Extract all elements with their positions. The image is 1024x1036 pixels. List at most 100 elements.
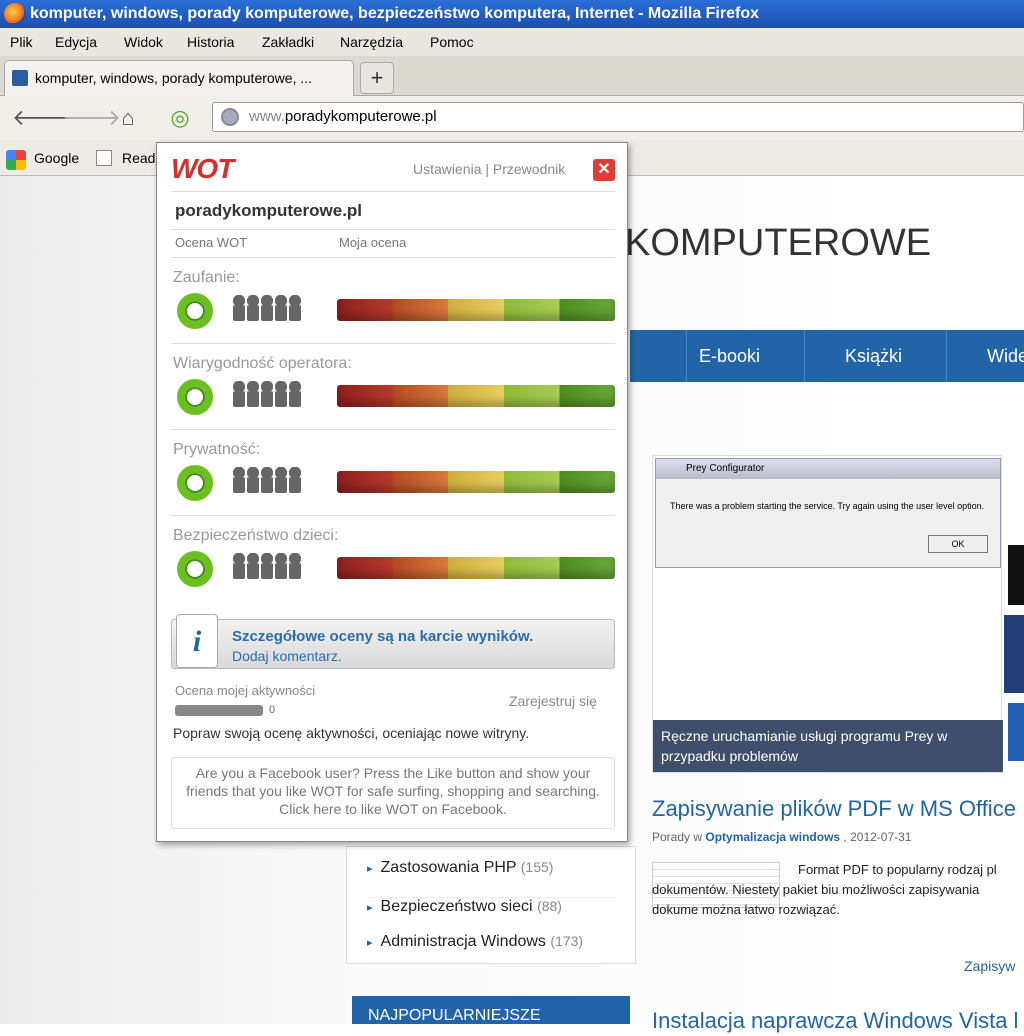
screenshot-dialog: Prey Configurator There was a problem st… xyxy=(655,458,1001,568)
new-tab-button[interactable]: + xyxy=(360,62,394,94)
category-label: Bezpieczeństwo sieci xyxy=(380,898,533,915)
scorecard-info-box[interactable]: i Szczegółowe oceny są na karcie wyników… xyxy=(171,614,615,669)
site-favicon-icon xyxy=(12,70,28,86)
thumbnail-blue-2[interactable] xyxy=(1008,703,1024,761)
activity-value: 0 xyxy=(269,704,276,716)
rating-bar-child-safety[interactable] xyxy=(337,557,615,579)
category-list: Zastosowania PHP (155) Bezpieczeństwo si… xyxy=(346,846,636,964)
dialog-ok-button: OK xyxy=(928,535,988,553)
info-icon: i xyxy=(176,614,218,668)
category-vendor: Wiarygodność operatora: xyxy=(173,355,352,372)
menu-bookmarks[interactable]: Zakładki xyxy=(262,28,314,56)
confidence-people-icon xyxy=(233,467,303,493)
col-wot-rating: Ocena WOT xyxy=(175,235,248,250)
category-child-safety: Bezpieczeństwo dzieci: xyxy=(173,527,339,544)
scorecard-link[interactable]: Szczegółowe oceny są na karcie wyników. xyxy=(232,628,533,645)
menu-edit[interactable]: Edycja xyxy=(55,28,97,56)
window-titlebar: komputer, windows, porady komputerowe, b… xyxy=(0,0,1024,28)
confidence-people-icon xyxy=(233,553,303,579)
thumbnail-dark[interactable] xyxy=(1008,545,1024,605)
add-comment-link[interactable]: Dodaj komentarz. xyxy=(232,648,342,664)
rating-bar-trust[interactable] xyxy=(337,299,615,321)
rating-bar-vendor[interactable] xyxy=(337,385,615,407)
forward-icon[interactable]: 🡒 xyxy=(62,104,121,132)
article-meta-prefix: Porady w xyxy=(652,830,703,844)
menu-tools[interactable]: Narzędzia xyxy=(340,28,403,56)
rating-ring-icon xyxy=(177,465,213,501)
url-bar[interactable]: www.poradykomputerowe.pl xyxy=(212,102,1024,132)
article-meta: Porady w Optymalizacja windows , 2012-07… xyxy=(652,830,911,844)
activity-label: Ocena mojej aktywności xyxy=(175,683,316,698)
read-more-link[interactable]: Zapisyw xyxy=(964,958,1015,974)
activity-tip: Popraw swoją ocenę aktywności, oceniając… xyxy=(173,725,530,741)
divider xyxy=(171,429,615,430)
confidence-people-icon xyxy=(233,381,303,407)
wot-logo: WOT xyxy=(171,153,234,184)
dialog-title: Prey Configurator xyxy=(656,459,1000,479)
url-prefix: www. xyxy=(249,108,285,125)
rating-bar-privacy[interactable] xyxy=(337,471,615,493)
wot-toolbar-icon[interactable]: ◎ xyxy=(166,104,194,132)
confidence-people-icon xyxy=(233,295,303,321)
site-header-title: KOMPUTEROWE xyxy=(625,222,932,264)
navigation-bar: 🡐 🡒 ⌂ ◎ www.poradykomputerowe.pl xyxy=(0,96,1024,140)
side-thumbnails xyxy=(1004,455,1024,773)
wot-domain: poradykomputerowe.pl xyxy=(175,201,363,220)
close-icon[interactable]: ✕ xyxy=(593,159,615,181)
divider xyxy=(171,515,615,516)
wot-popup: WOT Ustawienia | Przewodnik ✕ poradykomp… xyxy=(156,142,628,842)
url-domain: poradykomputerowe.pl xyxy=(284,108,437,125)
category-item[interactable]: Administracja Windows (173) xyxy=(367,933,584,951)
category-count: (88) xyxy=(537,898,562,914)
divider xyxy=(171,257,615,258)
dialog-message: There was a problem starting the service… xyxy=(670,501,985,511)
article-title[interactable]: Zapisywanie plików PDF w MS Office xyxy=(652,796,1016,822)
category-item[interactable]: Zastosowania PHP (155) xyxy=(367,859,554,877)
firefox-logo-icon xyxy=(4,3,26,25)
menu-view[interactable]: Widok xyxy=(124,28,163,56)
page-icon xyxy=(96,150,112,166)
home-icon[interactable]: ⌂ xyxy=(114,104,142,132)
activity-bar xyxy=(175,705,263,716)
category-label: Administracja Windows xyxy=(380,933,546,950)
tab-label: komputer, windows, porady komputerowe, .… xyxy=(35,70,313,86)
divider xyxy=(171,191,615,192)
article-featured-image[interactable]: Prey Configurator There was a problem st… xyxy=(652,455,1003,773)
article-category-link[interactable]: Optymalizacja windows xyxy=(705,830,840,844)
rating-ring-icon xyxy=(177,293,213,329)
nav-ebooks[interactable]: E-booki xyxy=(686,330,772,382)
category-count: (173) xyxy=(550,933,584,949)
menu-help[interactable]: Pomoc xyxy=(430,28,474,56)
globe-icon xyxy=(221,108,239,126)
facebook-like-box[interactable]: Are you a Facebook user? Press the Like … xyxy=(171,757,615,829)
divider xyxy=(171,343,615,344)
wot-settings-links[interactable]: Ustawienia | Przewodnik xyxy=(413,161,565,177)
rating-ring-icon xyxy=(177,379,213,415)
col-my-rating: Moja ocena xyxy=(339,235,407,250)
window-title: komputer, windows, porady komputerowe, b… xyxy=(30,5,759,22)
back-icon[interactable]: 🡐 xyxy=(12,104,71,132)
category-item[interactable]: Bezpieczeństwo sieci (88) xyxy=(367,897,617,916)
bookmark-google[interactable]: Google xyxy=(34,140,79,176)
article-excerpt: Format PDF to popularny rodzaj pl dokume… xyxy=(652,862,997,917)
menu-bar: Plik Edycja Widok Historia Zakładki Narz… xyxy=(0,28,1024,56)
category-count: (155) xyxy=(520,859,554,875)
nav-books[interactable]: Książki xyxy=(804,330,942,382)
article-date: , 2012-07-31 xyxy=(843,830,912,844)
site-nav-bar: E-booki Książki Wide xyxy=(630,330,1024,382)
article-title-2[interactable]: Instalacja naprawcza Windows Vista l xyxy=(652,1008,1018,1034)
bookmark-read[interactable]: Read xyxy=(122,140,155,176)
tab-active[interactable]: komputer, windows, porady komputerowe, .… xyxy=(4,60,354,96)
menu-history[interactable]: Historia xyxy=(187,28,234,56)
register-link[interactable]: Zarejestruj się xyxy=(509,693,597,709)
tab-bar: komputer, windows, porady komputerowe, .… xyxy=(0,56,1024,96)
google-icon xyxy=(6,150,26,170)
divider xyxy=(171,229,615,230)
category-privacy: Prywatność: xyxy=(173,441,261,458)
image-caption[interactable]: Ręczne uruchamianie usługi programu Prey… xyxy=(653,720,1003,772)
nav-video[interactable]: Wide xyxy=(946,330,1024,382)
category-trust: Zaufanie: xyxy=(173,269,240,286)
menu-file[interactable]: Plik xyxy=(10,28,33,56)
rating-ring-icon xyxy=(177,551,213,587)
thumbnail-blue[interactable] xyxy=(1004,615,1024,693)
